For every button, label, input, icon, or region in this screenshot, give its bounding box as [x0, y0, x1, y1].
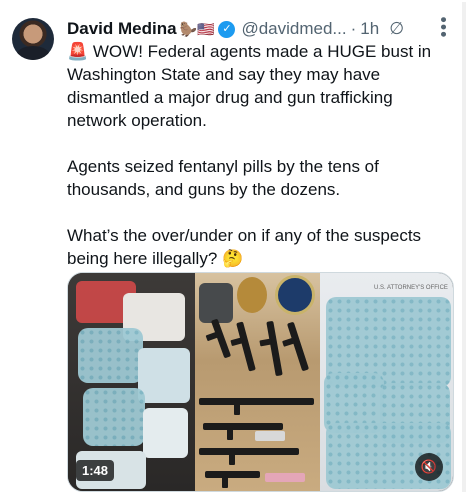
pill-bag: [83, 388, 145, 446]
video-duration: 1:48: [76, 460, 115, 481]
mute-icon[interactable]: 🔇: [415, 453, 443, 481]
video-player[interactable]: U.S. ATTORNEY'S OFFICE 1:48 🔇: [67, 272, 454, 492]
tweet-card[interactable]: David Medina 🦫🇺🇸 ✓ @davidmed... · 1h ∅ •…: [0, 0, 466, 500]
rifle-icon: [210, 318, 232, 359]
rifle-icon: [266, 320, 283, 377]
grok-icon[interactable]: ∅: [389, 19, 404, 39]
author-name[interactable]: David Medina: [67, 19, 177, 39]
pistol-icon: [205, 471, 260, 488]
tweet-paragraph-1: 🚨 WOW! Federal agents made a HUGE bust i…: [67, 42, 432, 130]
scrollbar[interactable]: [462, 2, 466, 492]
separator-dot: ·: [350, 19, 357, 38]
rifle-icon: [199, 448, 299, 465]
panel-watermark: U.S. ATTORNEY'S OFFICE: [374, 285, 448, 291]
avatar[interactable]: [12, 18, 54, 60]
tweet-paragraph-2: Agents seized fentanyl pills by the tens…: [67, 157, 379, 199]
author-emoji: 🦫🇺🇸: [179, 20, 215, 37]
pistol-icon: [265, 473, 305, 482]
vest-icon: [199, 283, 233, 323]
video-panel-guns: [195, 273, 320, 491]
rifle-icon: [236, 321, 256, 372]
timestamp[interactable]: 1h: [360, 19, 379, 39]
rifle-icon: [199, 398, 314, 415]
tweet-text: 🚨 WOW! Federal agents made a HUGE bust i…: [67, 40, 452, 270]
rifle-icon: [203, 423, 283, 440]
pistol-icon: [255, 431, 285, 441]
police-badge-icon: [275, 275, 315, 315]
more-options-icon[interactable]: •••: [433, 17, 454, 39]
author-handle[interactable]: @davidmed...: [241, 19, 346, 39]
pill-bag: [78, 328, 143, 383]
powder-bag: [143, 408, 188, 458]
pill-bag: [138, 348, 190, 403]
tweet-header: David Medina 🦫🇺🇸 ✓ @davidmed... · 1h ∅ •…: [67, 17, 456, 41]
tweet-paragraph-3: What’s the over/under on if any of the s…: [67, 226, 422, 268]
rifle-icon: [286, 321, 310, 372]
verified-badge-icon: ✓: [218, 20, 236, 38]
avatar-figure: [16, 46, 50, 60]
video-panel-drugs: [68, 273, 195, 491]
dea-badge-icon: [237, 277, 267, 313]
